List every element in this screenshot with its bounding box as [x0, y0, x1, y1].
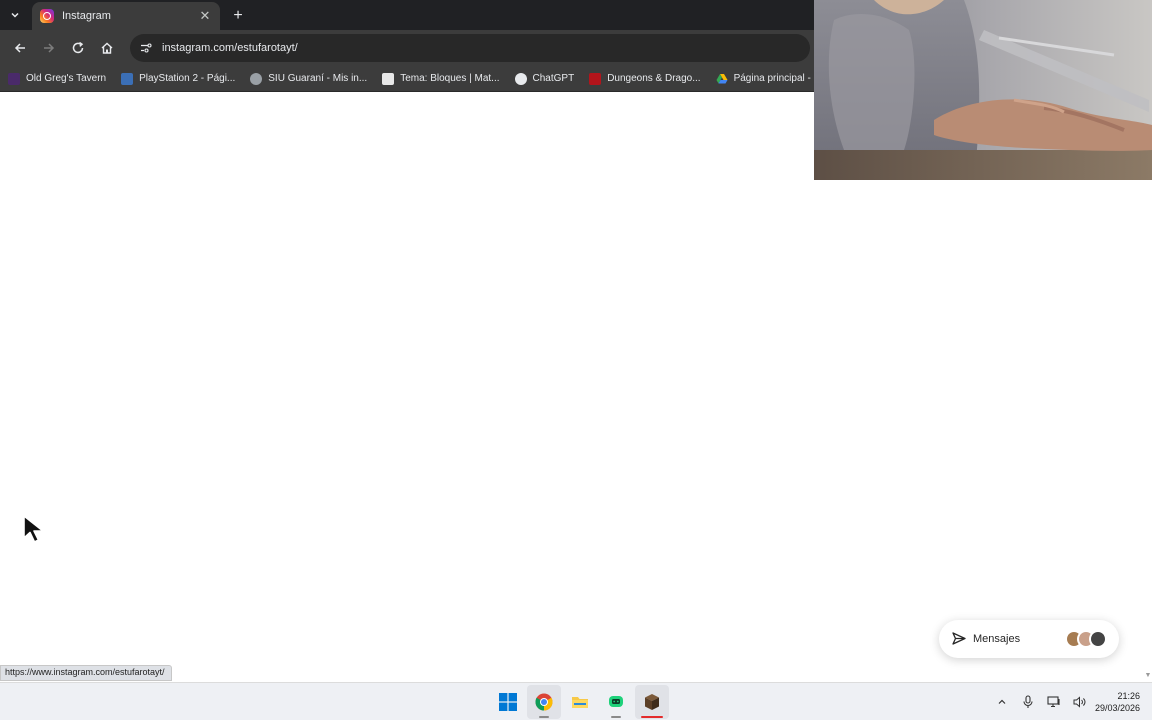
running-indicator [539, 716, 549, 718]
speaker-icon [1073, 696, 1086, 708]
screen: Instagram ✕ + instagram.com/estufarotayt… [0, 0, 1152, 720]
playstation-icon [121, 72, 134, 85]
bookmark-pagina-principal[interactable]: Página principal - G... [716, 73, 830, 85]
arrow-left-icon [14, 43, 25, 53]
tavern-icon [8, 72, 20, 85]
scroll-down-arrow-icon[interactable]: ▼ [1144, 672, 1152, 680]
chatgpt-icon [514, 72, 527, 85]
messages-label: Mensajes [973, 633, 1021, 645]
site-settings-icon[interactable] [136, 38, 156, 58]
taskbar-apps [490, 683, 670, 720]
microphone-button[interactable] [1016, 690, 1040, 714]
tab-search-button[interactable] [0, 0, 30, 30]
instagram-icon [40, 9, 54, 23]
home-icon [101, 42, 113, 54]
microphone-icon [1023, 695, 1033, 708]
clock-time: 21:26 [1117, 691, 1140, 701]
bookmark-old-gregs-tavern[interactable]: Old Greg's Tavern [8, 72, 106, 85]
back-button[interactable] [6, 34, 34, 62]
forum-icon [382, 72, 395, 85]
show-hidden-icons-button[interactable] [990, 690, 1014, 714]
taskbar-file-explorer[interactable] [563, 685, 597, 719]
tab-title: Instagram [62, 10, 111, 22]
network-button[interactable] [1042, 690, 1066, 714]
minecraft-block-icon [645, 694, 659, 710]
reload-icon [72, 41, 84, 54]
taskbar-minecraft-launcher[interactable] [635, 685, 669, 719]
folder-icon [572, 697, 588, 708]
taskbar-chrome[interactable] [527, 685, 561, 719]
bookmark-playstation-2[interactable]: PlayStation 2 - Pági... [121, 72, 235, 85]
bookmark-siu-guarani[interactable]: SIU Guaraní - Mis in... [250, 72, 367, 85]
volume-button[interactable] [1068, 690, 1092, 714]
windows-taskbar: 21:26 29/03/2026 [0, 682, 1152, 720]
mouse-cursor-icon [23, 515, 44, 543]
google-drive-icon [716, 73, 728, 83]
tab-instagram[interactable]: Instagram ✕ [32, 2, 220, 30]
chrome-icon [535, 693, 553, 711]
avatar [1089, 630, 1107, 648]
start-button[interactable] [491, 685, 525, 719]
new-tab-button[interactable]: + [224, 2, 252, 30]
taskbar-clock[interactable]: 21:26 29/03/2026 [1094, 690, 1152, 714]
webcam-overlay [814, 0, 1152, 180]
arrow-right-icon [44, 43, 55, 53]
reload-button[interactable] [64, 34, 92, 62]
home-button[interactable] [93, 34, 121, 62]
clock-date: 29/03/2026 [1094, 703, 1140, 713]
chat-app-icon [609, 696, 623, 707]
network-icon [1047, 696, 1060, 708]
running-indicator [641, 716, 663, 718]
taskbar-chat-app[interactable] [599, 685, 633, 719]
siu-guarani-icon [250, 72, 263, 85]
chevron-up-icon [998, 699, 1006, 704]
running-indicator [611, 716, 621, 718]
bookmark-tema-bloques[interactable]: Tema: Bloques | Mat... [382, 72, 500, 85]
message-avatars [1065, 630, 1107, 648]
chevron-down-icon [11, 12, 19, 18]
send-icon [952, 632, 966, 645]
page-content [0, 93, 1152, 681]
bookmark-chatgpt[interactable]: ChatGPT [514, 72, 574, 85]
address-bar[interactable]: instagram.com/estufarotayt/ [130, 34, 810, 62]
close-icon[interactable]: ✕ [198, 8, 212, 24]
address-bar-url: instagram.com/estufarotayt/ [162, 42, 298, 54]
forward-button[interactable] [35, 34, 63, 62]
windows-logo-icon [499, 693, 517, 711]
bookmark-dungeons-dragons[interactable]: Dungeons & Drago... [589, 72, 701, 85]
webcam-feed-image [814, 0, 1152, 180]
dnd-icon [589, 72, 602, 85]
status-bar-url: https://www.instagram.com/estufarotayt/ [0, 665, 172, 681]
system-tray: 21:26 29/03/2026 [990, 683, 1152, 720]
messages-button[interactable]: Mensajes [939, 620, 1119, 658]
